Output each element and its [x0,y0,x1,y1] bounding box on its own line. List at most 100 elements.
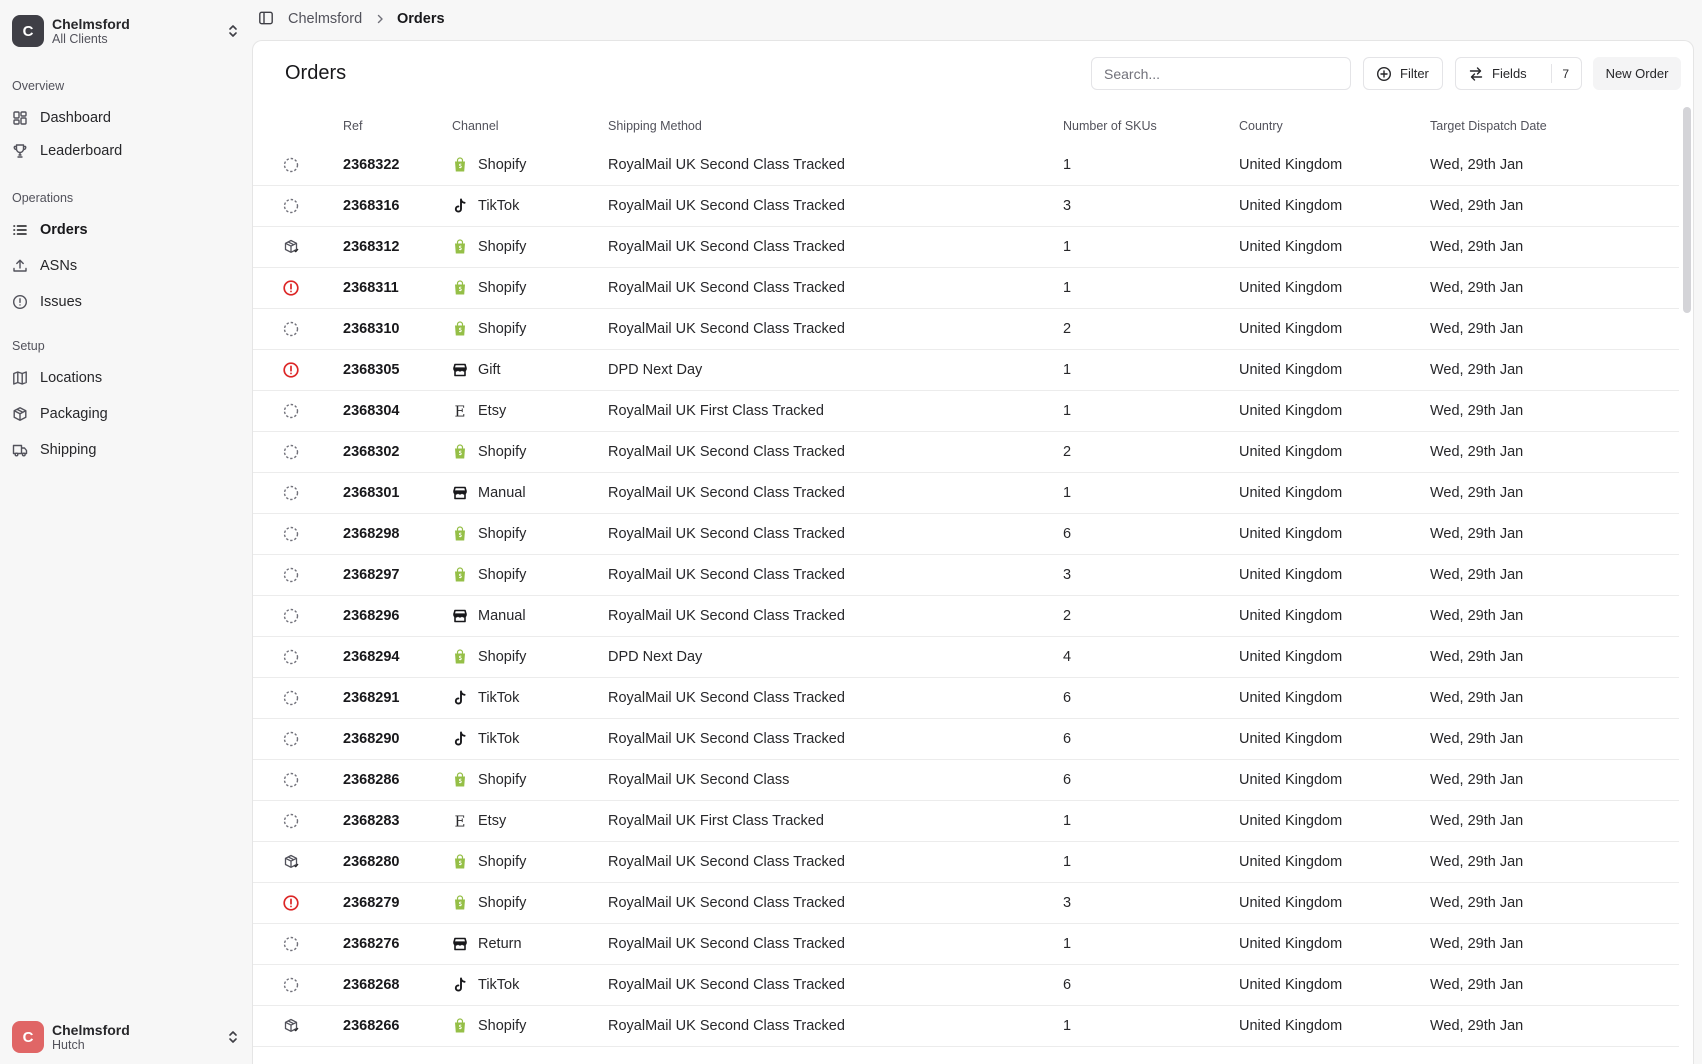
order-ref[interactable]: 2368266 [343,1018,399,1034]
order-shipping-method: RoyalMail UK Second Class Tracked [608,157,845,173]
table-row[interactable]: 2368283 E Etsy RoyalMail UK First Class Tra… [253,801,1679,842]
order-ref[interactable]: 2368291 [343,690,399,706]
packed-status-icon [282,853,300,871]
table-row[interactable]: 2368268 TikTok RoyalMail UK Second Class T… [253,965,1679,1006]
fields-button[interactable]: Fields 7 [1455,57,1582,90]
order-ref[interactable]: 2368279 [343,895,399,911]
table-row[interactable]: 2368279 Shopify RoyalMail UK Second Class … [253,883,1679,924]
table-row[interactable]: 2368294 Shopify DPD Next Day 4 United Kingdo… [253,637,1679,678]
column-header-country[interactable]: Country [1239,119,1283,133]
sidebar-item-orders[interactable]: Orders [12,215,240,245]
order-dispatch-date: Wed, 29th Jan [1430,1018,1524,1034]
nav-group-operations: Operations [12,191,74,205]
order-ref[interactable]: 2368312 [343,239,399,255]
order-ref[interactable]: 2368298 [343,526,399,542]
filter-button[interactable]: Filter [1363,57,1443,90]
table-row[interactable]: 2368302 Shopify RoyalMail UK Second Class … [253,432,1679,473]
sidebar-toggle-icon[interactable] [258,10,274,26]
order-ref[interactable]: 2368322 [343,157,399,173]
order-dispatch-date: Wed, 29th Jan [1430,608,1524,624]
tiktok-icon [452,690,468,706]
breadcrumb-root[interactable]: Chelmsford [288,11,362,27]
order-ref[interactable]: 2368310 [343,321,399,337]
table-row[interactable]: 2368266 Shopify RoyalMail UK Second Class … [253,1006,1679,1047]
table-row[interactable]: 2368316 TikTok RoyalMail UK Second Class T… [253,186,1679,227]
column-header-date[interactable]: Target Dispatch Date [1430,119,1547,133]
order-ref[interactable]: 2368304 [343,403,399,419]
order-sku-count: 2 [1063,321,1072,337]
order-ref[interactable]: 2368302 [343,444,399,460]
table-row[interactable]: 2368298 Shopify RoyalMail UK Second Class … [253,514,1679,555]
sidebar-item-shipping[interactable]: Shipping [12,435,240,465]
table-row[interactable]: 2368304 E Etsy RoyalMail UK First Class Tra… [253,391,1679,432]
order-ref[interactable]: 2368280 [343,854,399,870]
table-row[interactable]: 2368305 Gift DPD Next Day 1 United Kingdom We… [253,350,1679,391]
pending-status-icon [282,402,300,420]
order-ref[interactable]: 2368276 [343,936,399,952]
order-shipping-method: RoyalMail UK Second Class Tracked [608,608,845,624]
table-row[interactable]: 2368301 Manual RoyalMail UK Second Class T… [253,473,1679,514]
user-sub: Hutch [52,1037,85,1052]
sidebar-item-packaging[interactable]: Packaging [12,399,240,429]
sidebar-item-dashboard[interactable]: Dashboard [12,103,240,133]
order-ref[interactable]: 2368283 [343,813,399,829]
table-row[interactable]: 2368290 TikTok RoyalMail UK Second Class T… [253,719,1679,760]
order-ref[interactable]: 2368296 [343,608,399,624]
order-channel: Shopify [478,444,527,460]
order-dispatch-date: Wed, 29th Jan [1430,977,1524,993]
workspace-switcher[interactable]: C Chelmsford All Clients [12,14,240,48]
chevron-up-down-icon [226,22,240,40]
order-channel: Shopify [478,649,527,665]
fields-label: Fields [1492,66,1527,81]
table-row[interactable]: 2368297 Shopify RoyalMail UK Second Class … [253,555,1679,596]
order-dispatch-date: Wed, 29th Jan [1430,403,1524,419]
order-channel: Etsy [478,403,507,419]
column-header-skus[interactable]: Number of SKUs [1063,119,1157,133]
pending-status-icon [282,771,300,789]
table-row[interactable]: 2368280 Shopify RoyalMail UK Second Class … [253,842,1679,883]
sidebar-item-asns[interactable]: ASNs [12,251,240,281]
order-ref[interactable]: 2368268 [343,977,399,993]
table-row[interactable]: 2368286 Shopify RoyalMail UK Second Class 6… [253,760,1679,801]
plus-circle-icon [1376,66,1392,82]
order-country: United Kingdom [1239,362,1343,378]
order-channel: Manual [478,608,526,624]
sidebar-item-locations[interactable]: Locations [12,363,240,393]
order-ref[interactable]: 2368316 [343,198,399,214]
order-shipping-method: RoyalMail UK Second Class Tracked [608,321,845,337]
column-header-ref[interactable]: Ref [343,119,362,133]
table-row[interactable]: 2368322 Shopify RoyalMail UK Second Class … [253,145,1679,186]
order-dispatch-date: Wed, 29th Jan [1430,444,1524,460]
scrollbar[interactable] [1683,107,1691,313]
table-row[interactable]: 2368276 Return RoyalMail UK Second Class T… [253,924,1679,965]
search-input[interactable] [1091,57,1351,90]
order-ref[interactable]: 2368301 [343,485,399,501]
order-ref[interactable]: 2368294 [343,649,399,665]
table-row[interactable]: 2368291 TikTok RoyalMail UK Second Class T… [253,678,1679,719]
column-header-channel[interactable]: Channel [452,119,499,133]
order-dispatch-date: Wed, 29th Jan [1430,526,1524,542]
table-row[interactable]: 2368312 Shopify RoyalMail UK Second Class … [253,227,1679,268]
user-name: Chelmsford [52,1021,130,1038]
order-ref[interactable]: 2368297 [343,567,399,583]
table-row[interactable]: 2368310 Shopify RoyalMail UK Second Class … [253,309,1679,350]
table-row[interactable]: 2368311 Shopify RoyalMail UK Second Class … [253,268,1679,309]
order-sku-count: 1 [1063,280,1072,296]
user-switcher[interactable]: C Chelmsford Hutch [12,1020,240,1054]
tiktok-icon [452,198,468,214]
order-ref[interactable]: 2368286 [343,772,399,788]
new-order-button[interactable]: New Order [1593,57,1681,90]
sidebar-item-issues[interactable]: Issues [12,287,240,317]
order-country: United Kingdom [1239,731,1343,747]
sidebar-item-leaderboard[interactable]: Leaderboard [12,136,240,166]
shopify-icon [452,772,468,788]
order-sku-count: 1 [1063,362,1072,378]
order-dispatch-date: Wed, 29th Jan [1430,157,1524,173]
shopify-icon [452,157,468,173]
table-row[interactable]: 2368296 Manual RoyalMail UK Second Class T… [253,596,1679,637]
order-ref[interactable]: 2368305 [343,362,399,378]
pending-status-icon [282,935,300,953]
order-ref[interactable]: 2368311 [343,280,399,296]
order-ref[interactable]: 2368290 [343,731,399,747]
column-header-shipping[interactable]: Shipping Method [608,119,702,133]
